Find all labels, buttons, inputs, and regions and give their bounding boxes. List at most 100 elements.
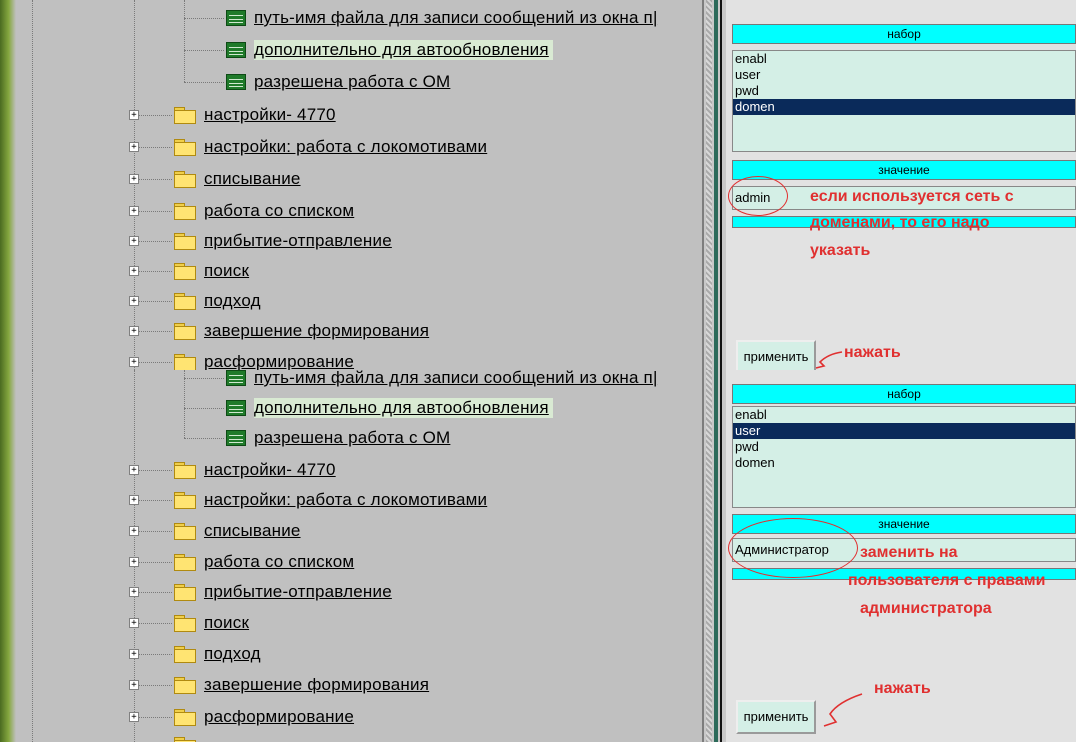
- expand-icon[interactable]: +: [129, 326, 139, 336]
- tree-folder[interactable]: работа со списком: [174, 200, 354, 222]
- expand-icon[interactable]: +: [129, 174, 139, 184]
- tree-leaf-label: разрешена работа с ОМ: [254, 428, 451, 447]
- expand-icon[interactable]: +: [129, 557, 139, 567]
- annotation-arrow-icon: [815, 351, 843, 369]
- expand-icon[interactable]: +: [129, 495, 139, 505]
- expand-icon[interactable]: +: [129, 526, 139, 536]
- tree-leaf[interactable]: разрешена работа с ОМ: [226, 427, 450, 449]
- list-item-selected[interactable]: user: [733, 423, 1075, 439]
- list-item[interactable]: user: [733, 67, 1075, 83]
- list-item[interactable]: pwd: [733, 83, 1075, 99]
- tree-folder[interactable]: завершение формирования: [174, 320, 429, 342]
- tree-leaf-label: разрешена работа с ОМ: [254, 72, 451, 91]
- tree-folder[interactable]: завершение формирования: [174, 674, 429, 696]
- tree-folder[interactable]: поиск: [174, 612, 249, 634]
- window-edge: [0, 0, 16, 370]
- expand-icon[interactable]: +: [129, 357, 139, 367]
- apply-button[interactable]: применить: [736, 340, 816, 370]
- settings-tree: путь-имя файла для записи сообщений из о…: [16, 0, 702, 370]
- apply-button[interactable]: применить: [736, 700, 816, 734]
- tree-folder[interactable]: расформирование: [174, 351, 354, 370]
- tree-folder-label: прибытие-отправление: [204, 231, 392, 250]
- tree-leaf[interactable]: разрешена работа с ОМ: [226, 71, 450, 93]
- tree-folder[interactable]: подход: [174, 643, 261, 665]
- expand-icon[interactable]: +: [129, 618, 139, 628]
- tree-folder-label: расформирование: [204, 707, 355, 726]
- annotation-note: пользователя с правами: [848, 572, 1046, 589]
- tree-leaf[interactable]: дополнительно для автообновления: [226, 397, 553, 419]
- list-item[interactable]: domen: [733, 455, 1075, 471]
- tree-folder[interactable]: настройки- 4770: [174, 459, 336, 481]
- expand-icon[interactable]: +: [129, 680, 139, 690]
- annotation-note: доменами, то его надо: [810, 214, 990, 231]
- expand-icon[interactable]: +: [129, 206, 139, 216]
- folder-icon: [174, 677, 196, 694]
- pane-splitter[interactable]: [702, 0, 728, 370]
- tree-folder-label: настройки- 4770: [204, 460, 336, 479]
- pane-splitter[interactable]: [702, 370, 728, 742]
- value-header: значение: [732, 160, 1076, 180]
- document-icon: [226, 430, 246, 446]
- tree-leaf[interactable]: путь-имя файла для записи сообщений из о…: [226, 370, 658, 389]
- list-item[interactable]: pwd: [733, 439, 1075, 455]
- expand-icon[interactable]: +: [129, 296, 139, 306]
- set-header: набор: [732, 24, 1076, 44]
- set-listbox[interactable]: enabl user pwd domen: [732, 50, 1076, 152]
- set-listbox[interactable]: enabl user pwd domen: [732, 406, 1076, 508]
- tree-folder[interactable]: настройки: работа с локомотивами: [174, 489, 487, 511]
- list-item[interactable]: enabl: [733, 51, 1075, 67]
- tree-folder[interactable]: поиск: [174, 260, 249, 282]
- expand-icon[interactable]: +: [129, 649, 139, 659]
- expand-icon[interactable]: +: [129, 142, 139, 152]
- tree-folder-label: расформирование: [204, 352, 355, 370]
- tree-folder[interactable]: прибытие-отправление: [174, 230, 392, 252]
- tree-folder[interactable]: подход: [174, 290, 261, 312]
- tree-folder-label: настройки- 4770: [204, 105, 336, 124]
- tree-folder-label: завершение формирования: [204, 321, 430, 340]
- annotation-note: нажать: [844, 344, 901, 361]
- tree-folder[interactable]: настройки: работа с локомотивами: [174, 136, 487, 158]
- expand-icon[interactable]: +: [129, 110, 139, 120]
- tree-folder[interactable]: списывание: [174, 168, 301, 190]
- list-item-selected[interactable]: domen: [733, 99, 1075, 115]
- expand-icon[interactable]: +: [129, 712, 139, 722]
- tree-leaf[interactable]: дополнительно для автообновления: [226, 39, 553, 61]
- expand-icon[interactable]: +: [129, 587, 139, 597]
- folder-icon: [174, 554, 196, 571]
- properties-panel: набор enabl user pwd domen значение admi…: [726, 0, 1076, 370]
- tree-folder[interactable]: списывание: [174, 520, 301, 542]
- annotation-note: указать: [810, 242, 871, 259]
- tree-leaf-label: путь-имя файла для записи сообщений из о…: [254, 8, 658, 27]
- document-icon: [226, 10, 246, 26]
- tree-leaf-label: дополнительно для автообновления: [254, 40, 553, 60]
- folder-icon: [174, 203, 196, 220]
- tree-folder[interactable]: расформирование: [174, 706, 354, 728]
- document-icon: [226, 370, 246, 386]
- folder-icon: [174, 293, 196, 310]
- document-icon: [226, 42, 246, 58]
- scrollbar[interactable]: [706, 0, 712, 370]
- tree-folder[interactable]: настройки- 4770: [174, 104, 336, 126]
- annotation-ellipse: [728, 518, 858, 578]
- tree-folder-label: подход: [204, 291, 261, 310]
- tree-folder-label: поиск: [204, 261, 250, 280]
- tree-folder-label: работа со списком: [204, 201, 355, 220]
- tree-folder[interactable]: работа со списком: [174, 551, 354, 573]
- folder-icon: [174, 233, 196, 250]
- expand-icon[interactable]: +: [129, 465, 139, 475]
- tree-folder[interactable]: прибытие-отправление: [174, 581, 392, 603]
- expand-icon[interactable]: +: [129, 236, 139, 246]
- scrollbar[interactable]: [706, 370, 712, 742]
- folder-icon: [174, 737, 196, 742]
- tree-folder-label: поиск: [204, 613, 250, 632]
- tree-leaf[interactable]: путь-имя файла для записи сообщений из о…: [226, 7, 658, 29]
- properties-panel: набор enabl user pwd domen значение Адми…: [726, 370, 1076, 742]
- annotation-note: заменить на: [860, 544, 958, 561]
- document-icon: [226, 74, 246, 90]
- tree-leaf-label: дополнительно для автообновления: [254, 398, 553, 418]
- list-item[interactable]: enabl: [733, 407, 1075, 423]
- expand-icon[interactable]: +: [129, 266, 139, 276]
- annotation-ellipse: [728, 176, 788, 216]
- folder-icon: [174, 584, 196, 601]
- tree-folder-partial: [174, 734, 204, 742]
